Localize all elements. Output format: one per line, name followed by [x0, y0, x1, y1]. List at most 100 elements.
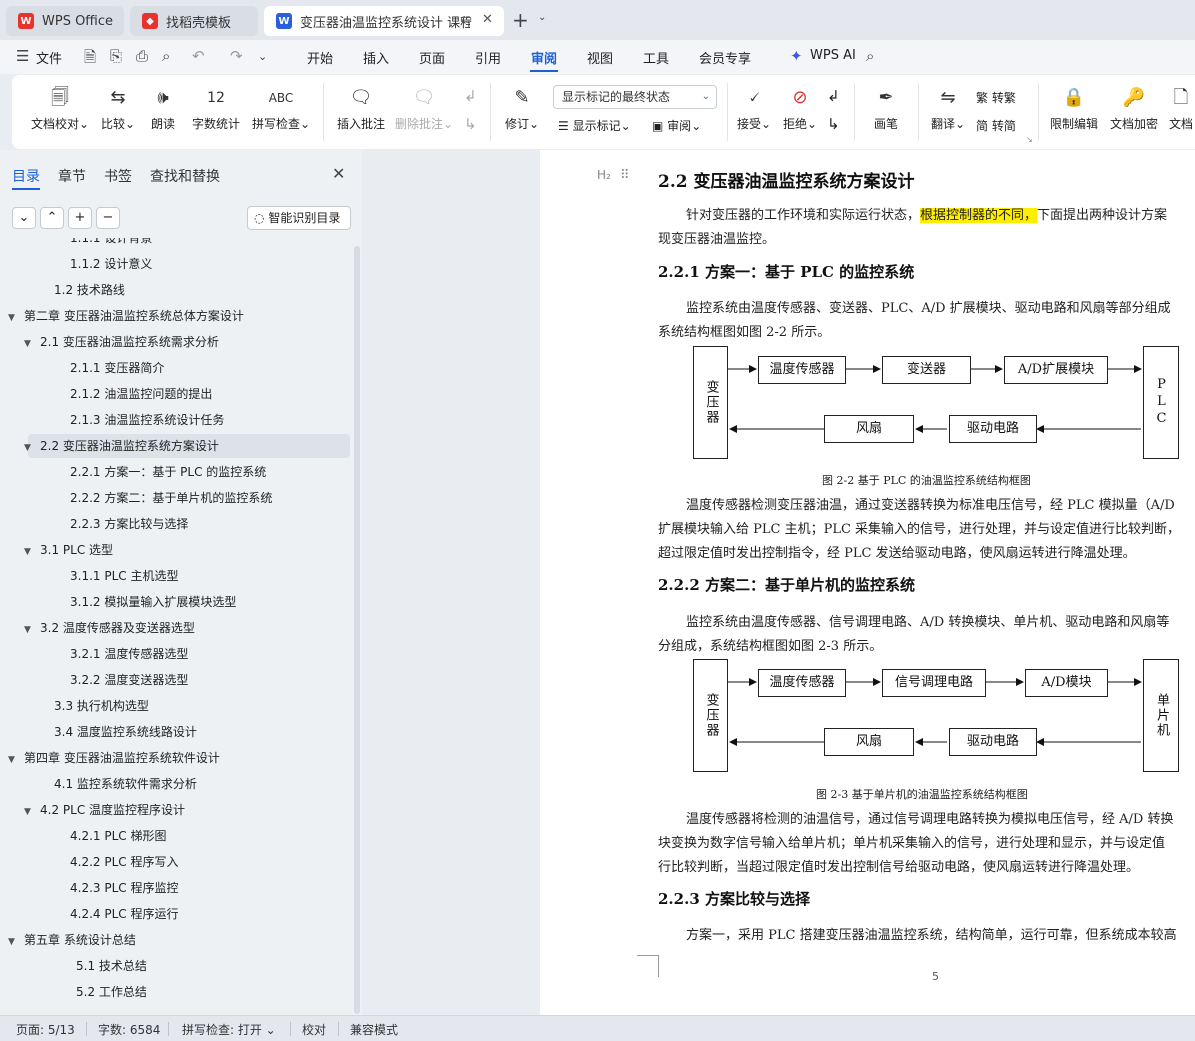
next-comment-icon[interactable]: ↳	[464, 115, 477, 133]
toc-item-label: 2.1.1 变压器简介	[70, 361, 165, 375]
chevron-down-icon[interactable]: ⌄	[538, 12, 546, 23]
word-count-button[interactable]: 12 字数统计	[190, 85, 242, 132]
minus-icon: −	[102, 210, 114, 225]
close-icon[interactable]: ✕	[482, 12, 493, 27]
compare-button[interactable]: ⇆ 比较⌄	[98, 85, 138, 132]
monitor-icon[interactable]: ▭	[460, 12, 472, 27]
review-pane-button[interactable]: ▣ 审阅⌄	[652, 117, 701, 134]
figure-caption: 图 2-3 基于单片机的油温监控系统结构框图	[816, 788, 1028, 801]
writer-icon: W	[276, 13, 292, 29]
redo-icon[interactable]: ↷	[230, 47, 243, 65]
menu-view[interactable]: 视图	[587, 48, 613, 67]
ink-button[interactable]: ✒ 画笔	[866, 85, 906, 132]
restrict-edit-button[interactable]: 🔒 限制编辑	[1046, 85, 1102, 132]
spell-check-label: 拼写检查	[251, 117, 300, 131]
toc-item[interactable]: ▼ 2.2 变压器油温监控系统方案设计	[24, 434, 350, 458]
reject-button[interactable]: ⊘ 拒绝⌄	[780, 85, 820, 132]
to-traditional-button[interactable]: 繁 转繁	[976, 89, 1016, 106]
undo-icon[interactable]: ↶	[192, 47, 205, 65]
menu-references[interactable]: 引用	[475, 48, 501, 67]
tab-wps-office[interactable]: W WPS Office	[6, 6, 124, 36]
toc-item-label: 4.2.4 PLC 程序运行	[70, 907, 179, 921]
document-page[interactable]: H₂ ⠿ 2.2 变压器油温监控系统方案设计 针对变压器的工作环境和实际运行状态…	[540, 150, 1195, 1015]
chevron-down-icon[interactable]: ⌄	[258, 50, 267, 63]
toc-item-label: 3.1 PLC 选型	[40, 543, 114, 557]
tab-bookmarks[interactable]: 书签	[104, 166, 132, 186]
spell-check-button[interactable]: ABC 拼写检查⌄	[250, 85, 312, 132]
print-icon[interactable]: ⎙	[136, 47, 148, 65]
encrypt-button[interactable]: 🔑 文档加密	[1106, 85, 1162, 132]
add-heading-button[interactable]: +	[68, 207, 92, 229]
new-tab-icon[interactable]: +	[512, 8, 529, 32]
next-change-icon[interactable]: ↳	[827, 115, 840, 133]
ribbon-separator	[1038, 83, 1039, 141]
diagram-block-sensor: 温度传感器	[758, 356, 846, 384]
page-indicator[interactable]: 页面: 5/13	[16, 1021, 75, 1038]
revise-button[interactable]: ✎ 修订⌄	[502, 85, 542, 132]
paragraph-line: 分组成，系统结构框图如图 2-3 所示。	[658, 639, 883, 654]
collapse-all-button[interactable]: ⌄	[12, 207, 36, 229]
print-preview-icon[interactable]: ⌕	[162, 47, 170, 65]
figure-caption: 图 2-2 基于 PLC 的油温监控系统结构框图	[822, 474, 1031, 487]
tab-document[interactable]: W 变压器油温监控系统设计 课程 ▭ ✕	[264, 6, 504, 36]
tab-label: WPS Office	[42, 13, 114, 29]
accept-button[interactable]: 🗸 接受⌄	[734, 85, 774, 132]
doc-rights-button[interactable]: 🗋 文档	[1166, 85, 1195, 132]
translate-button[interactable]: ⇋ 翻译⌄	[926, 85, 970, 132]
proofread-button[interactable]: 🗐 文档校对⌄	[30, 85, 90, 132]
menu-tools[interactable]: 工具	[643, 48, 669, 67]
chevron-down-icon: ⌄	[18, 210, 30, 225]
compat-mode-indicator: 兼容模式	[350, 1023, 399, 1037]
expand-all-button[interactable]: ⌃	[40, 207, 64, 229]
toc-item-label: 1.2 技术路线	[54, 283, 125, 297]
tab-chapters[interactable]: 章节	[58, 166, 86, 186]
expand-arrow-icon[interactable]: ▼	[24, 540, 40, 564]
hamburger-icon[interactable]: ☰	[16, 47, 29, 65]
tab-toc[interactable]: 目录	[12, 166, 40, 186]
close-icon[interactable]: ✕	[332, 164, 345, 183]
expand-arrow-icon[interactable]: ▼	[8, 930, 24, 954]
expand-arrow-icon[interactable]: ▼	[8, 748, 24, 772]
word-count-indicator[interactable]: 字数: 6584	[98, 1021, 160, 1038]
markup-state-select[interactable]: 显示标记的最终状态 ⌄	[553, 85, 717, 109]
toc-scrollbar[interactable]	[354, 246, 360, 1014]
subsection-heading: 2.2.2 方案二：基于单片机的监控系统	[658, 576, 915, 594]
ribbon-separator	[323, 83, 324, 141]
expand-arrow-icon[interactable]: ▼	[24, 332, 40, 356]
expand-arrow-icon[interactable]: ▼	[24, 800, 40, 824]
expand-arrow-icon[interactable]: ▼	[8, 306, 24, 330]
toc-item-label: 2.1 变压器油温监控系统需求分析	[40, 335, 219, 349]
compare-label: 比较	[100, 117, 125, 131]
proof-indicator[interactable]: 校对	[302, 1021, 326, 1038]
previous-change-icon[interactable]: ↲	[827, 87, 840, 105]
diagram-block-controller: PLC	[1143, 346, 1179, 459]
spell-check-indicator[interactable]: 拼写检查: 打开 ⌄	[182, 1021, 276, 1038]
menu-file[interactable]: 文件	[36, 48, 62, 67]
menu-home[interactable]: 开始	[307, 48, 333, 67]
wps-logo-icon: W	[18, 13, 34, 29]
menu-layout[interactable]: 页面	[419, 48, 445, 67]
to-simplified-button[interactable]: 简 转简	[976, 117, 1016, 134]
pen-icon: ✒	[878, 87, 894, 108]
menu-review[interactable]: 审阅	[531, 48, 557, 67]
menu-membership[interactable]: 会员专享	[699, 48, 751, 67]
search-icon[interactable]: ⌕	[866, 47, 874, 65]
expand-arrow-icon[interactable]: ▼	[24, 618, 40, 642]
insert-comment-button[interactable]: 🗨 插入批注	[334, 85, 388, 132]
read-aloud-button[interactable]: 🕪 朗读	[146, 85, 180, 132]
remove-heading-button[interactable]: −	[96, 207, 120, 229]
show-markup-button[interactable]: ☰ 显示标记⌄	[558, 117, 631, 134]
tab-find-replace[interactable]: 查找和替换	[150, 166, 220, 186]
menu-insert[interactable]: 插入	[363, 48, 389, 67]
share-icon[interactable]: ⎘	[110, 47, 122, 65]
delete-comment-button[interactable]: 🗨 删除批注⌄	[394, 85, 454, 132]
comment-delete-icon: 🗨	[412, 87, 436, 108]
menu-wps-ai[interactable]: WPS AI	[810, 48, 856, 63]
paragraph-line: 块变换为数字信号输入给单片机；单片机采集输入的信号，进行处理和显示，并与设定值	[658, 836, 1166, 851]
previous-comment-icon[interactable]: ↲	[464, 87, 477, 105]
save-icon[interactable]: 🗎	[84, 47, 96, 72]
smart-toc-button[interactable]: ◌ 智能识别目录	[247, 206, 351, 230]
expand-arrow-icon[interactable]: ▼	[24, 436, 40, 460]
expand-group-icon[interactable]: ↘	[1026, 135, 1033, 144]
tab-docer[interactable]: ◆ 找稻壳模板	[130, 6, 258, 36]
